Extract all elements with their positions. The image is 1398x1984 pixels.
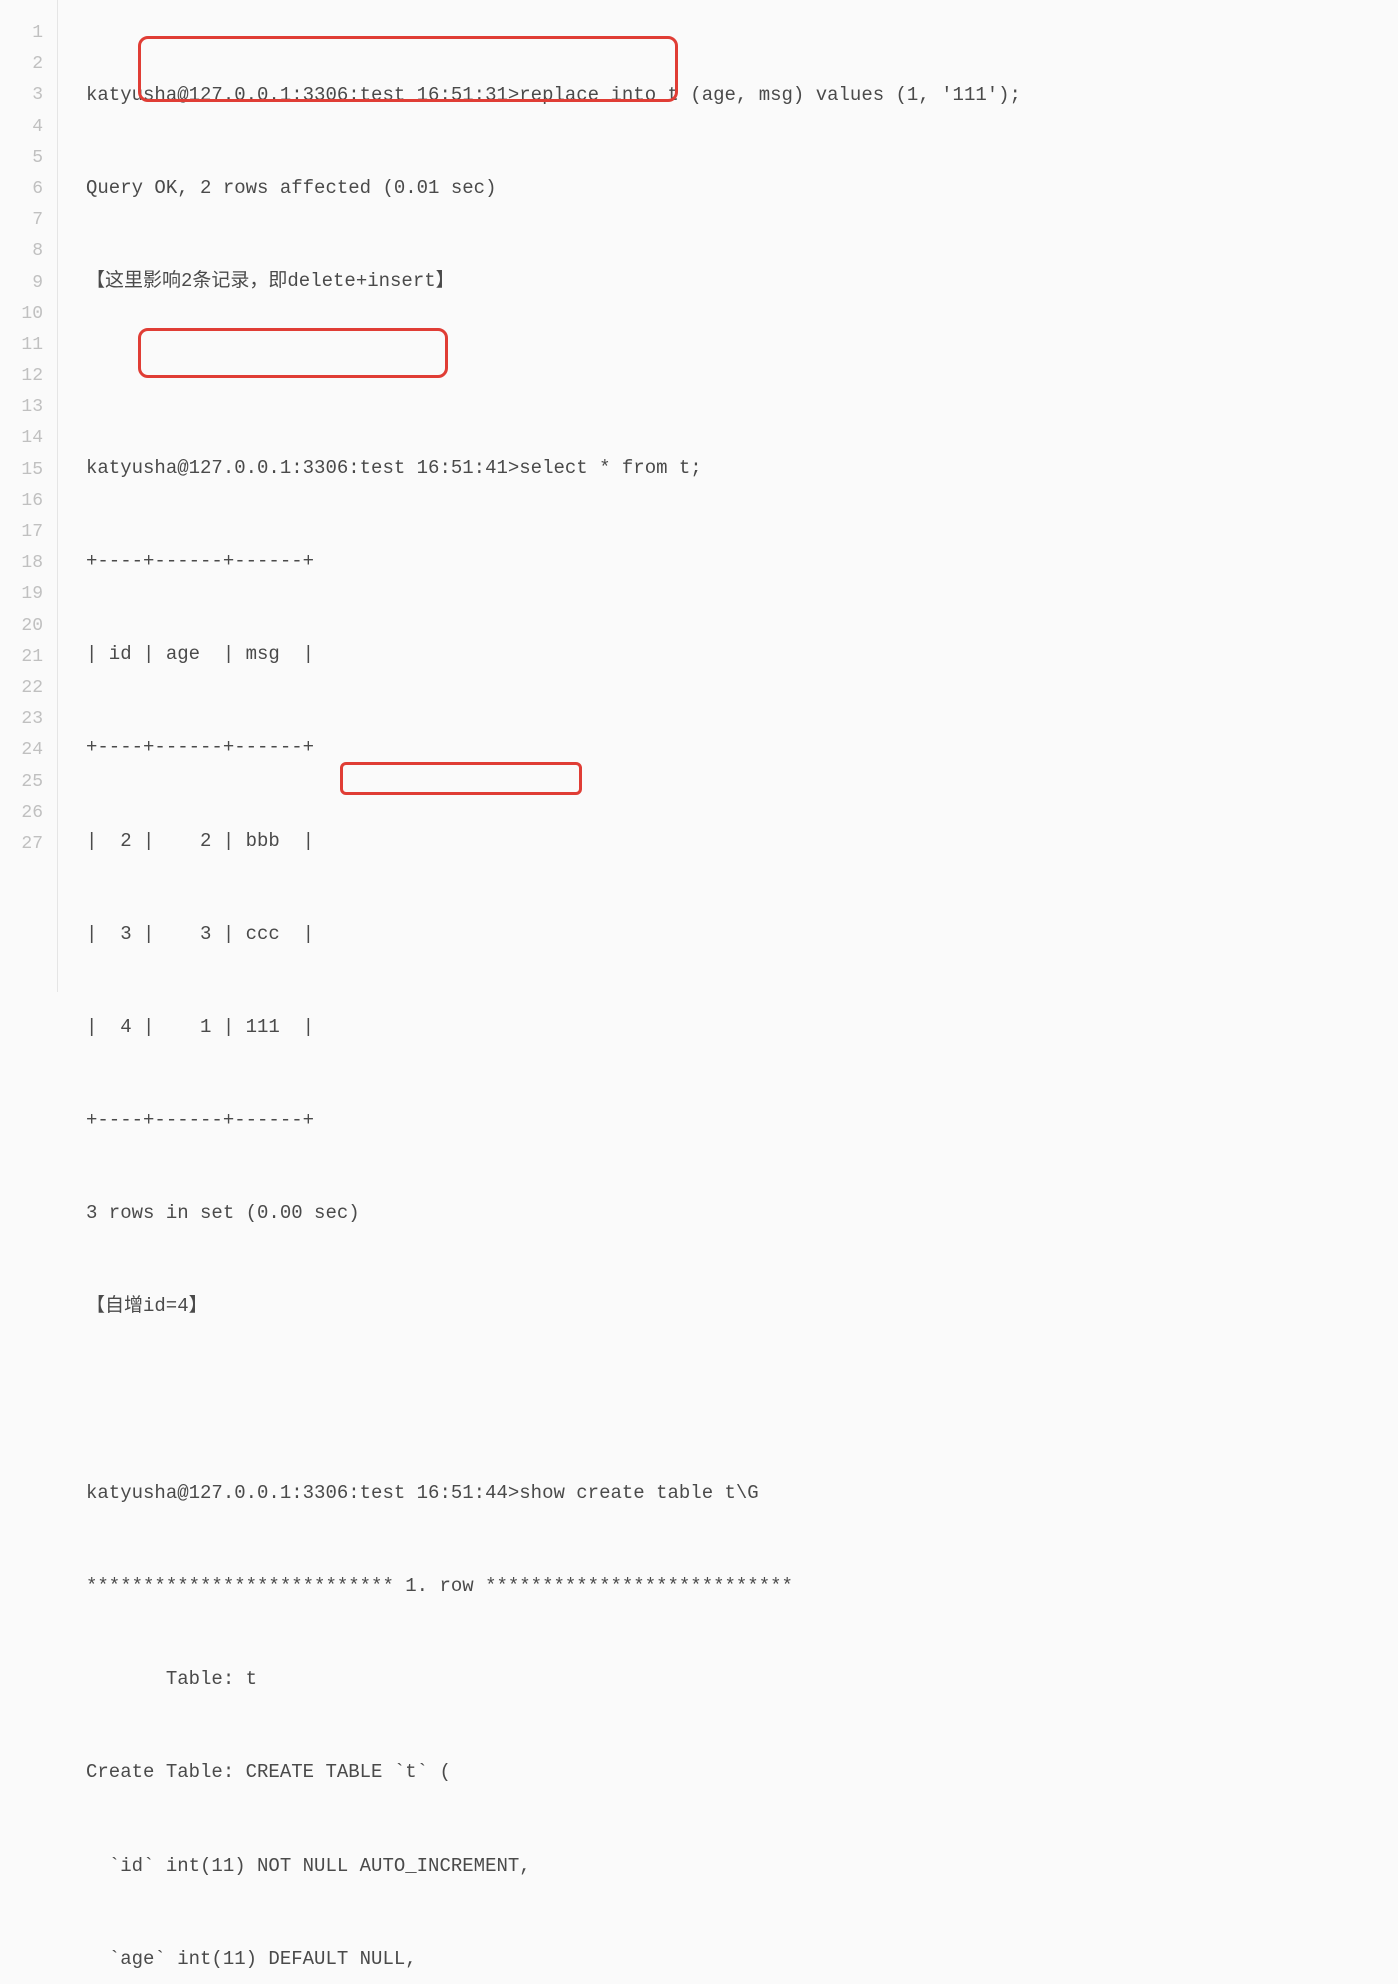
line-number: 2 [0, 49, 43, 80]
highlight-box-auto-increment [340, 762, 582, 795]
line-number: 18 [0, 548, 43, 579]
line-number-gutter: 1 2 3 4 5 6 7 8 9 10 11 12 13 14 15 16 1… [0, 0, 58, 992]
line-number: 5 [0, 143, 43, 174]
line-number: 12 [0, 361, 43, 392]
line-number: 6 [0, 174, 43, 205]
code-line: +----+------+------+ [86, 732, 1398, 763]
line-number: 3 [0, 80, 43, 111]
code-line: Create Table: CREATE TABLE `t` ( [86, 1757, 1398, 1788]
code-line: `age` int(11) DEFAULT NULL, [86, 1944, 1398, 1975]
code-line: katyusha@127.0.0.1:3306:test 16:51:44>sh… [86, 1478, 1398, 1509]
line-number: 26 [0, 798, 43, 829]
code-line: 【这里影响2条记录，即delete+insert】 [86, 266, 1398, 297]
code-line: Table: t [86, 1664, 1398, 1695]
line-number: 7 [0, 205, 43, 236]
line-number: 4 [0, 112, 43, 143]
code-line: *************************** 1. row *****… [86, 1571, 1398, 1602]
line-number: 27 [0, 829, 43, 860]
code-line: `id` int(11) NOT NULL AUTO_INCREMENT, [86, 1851, 1398, 1882]
code-line [86, 360, 1398, 391]
code-line: katyusha@127.0.0.1:3306:test 16:51:41>se… [86, 453, 1398, 484]
code-line [86, 1385, 1398, 1416]
line-number: 1 [0, 18, 43, 49]
line-number: 23 [0, 704, 43, 735]
line-number: 17 [0, 517, 43, 548]
line-number: 15 [0, 455, 43, 486]
code-line: | id | age | msg | [86, 639, 1398, 670]
line-number: 16 [0, 486, 43, 517]
code-line: +----+------+------+ [86, 546, 1398, 577]
code-block: katyusha@127.0.0.1:3306:test 16:51:31>re… [58, 0, 1398, 992]
line-number: 19 [0, 579, 43, 610]
code-line: | 2 | 2 | bbb | [86, 826, 1398, 857]
code-line: 【自增id=4】 [86, 1291, 1398, 1322]
line-number: 9 [0, 268, 43, 299]
line-number: 11 [0, 330, 43, 361]
line-number: 22 [0, 673, 43, 704]
line-number: 10 [0, 299, 43, 330]
line-number: 20 [0, 611, 43, 642]
line-number: 25 [0, 767, 43, 798]
code-line: 3 rows in set (0.00 sec) [86, 1198, 1398, 1229]
code-line: Query OK, 2 rows affected (0.01 sec) [86, 173, 1398, 204]
line-number: 24 [0, 735, 43, 766]
line-number: 21 [0, 642, 43, 673]
code-line: | 4 | 1 | 111 | [86, 1012, 1398, 1043]
code-line: | 3 | 3 | ccc | [86, 919, 1398, 950]
code-line: katyusha@127.0.0.1:3306:test 16:51:31>re… [86, 80, 1398, 111]
line-number: 13 [0, 392, 43, 423]
code-line: +----+------+------+ [86, 1105, 1398, 1136]
line-number: 14 [0, 423, 43, 454]
line-number: 8 [0, 236, 43, 267]
